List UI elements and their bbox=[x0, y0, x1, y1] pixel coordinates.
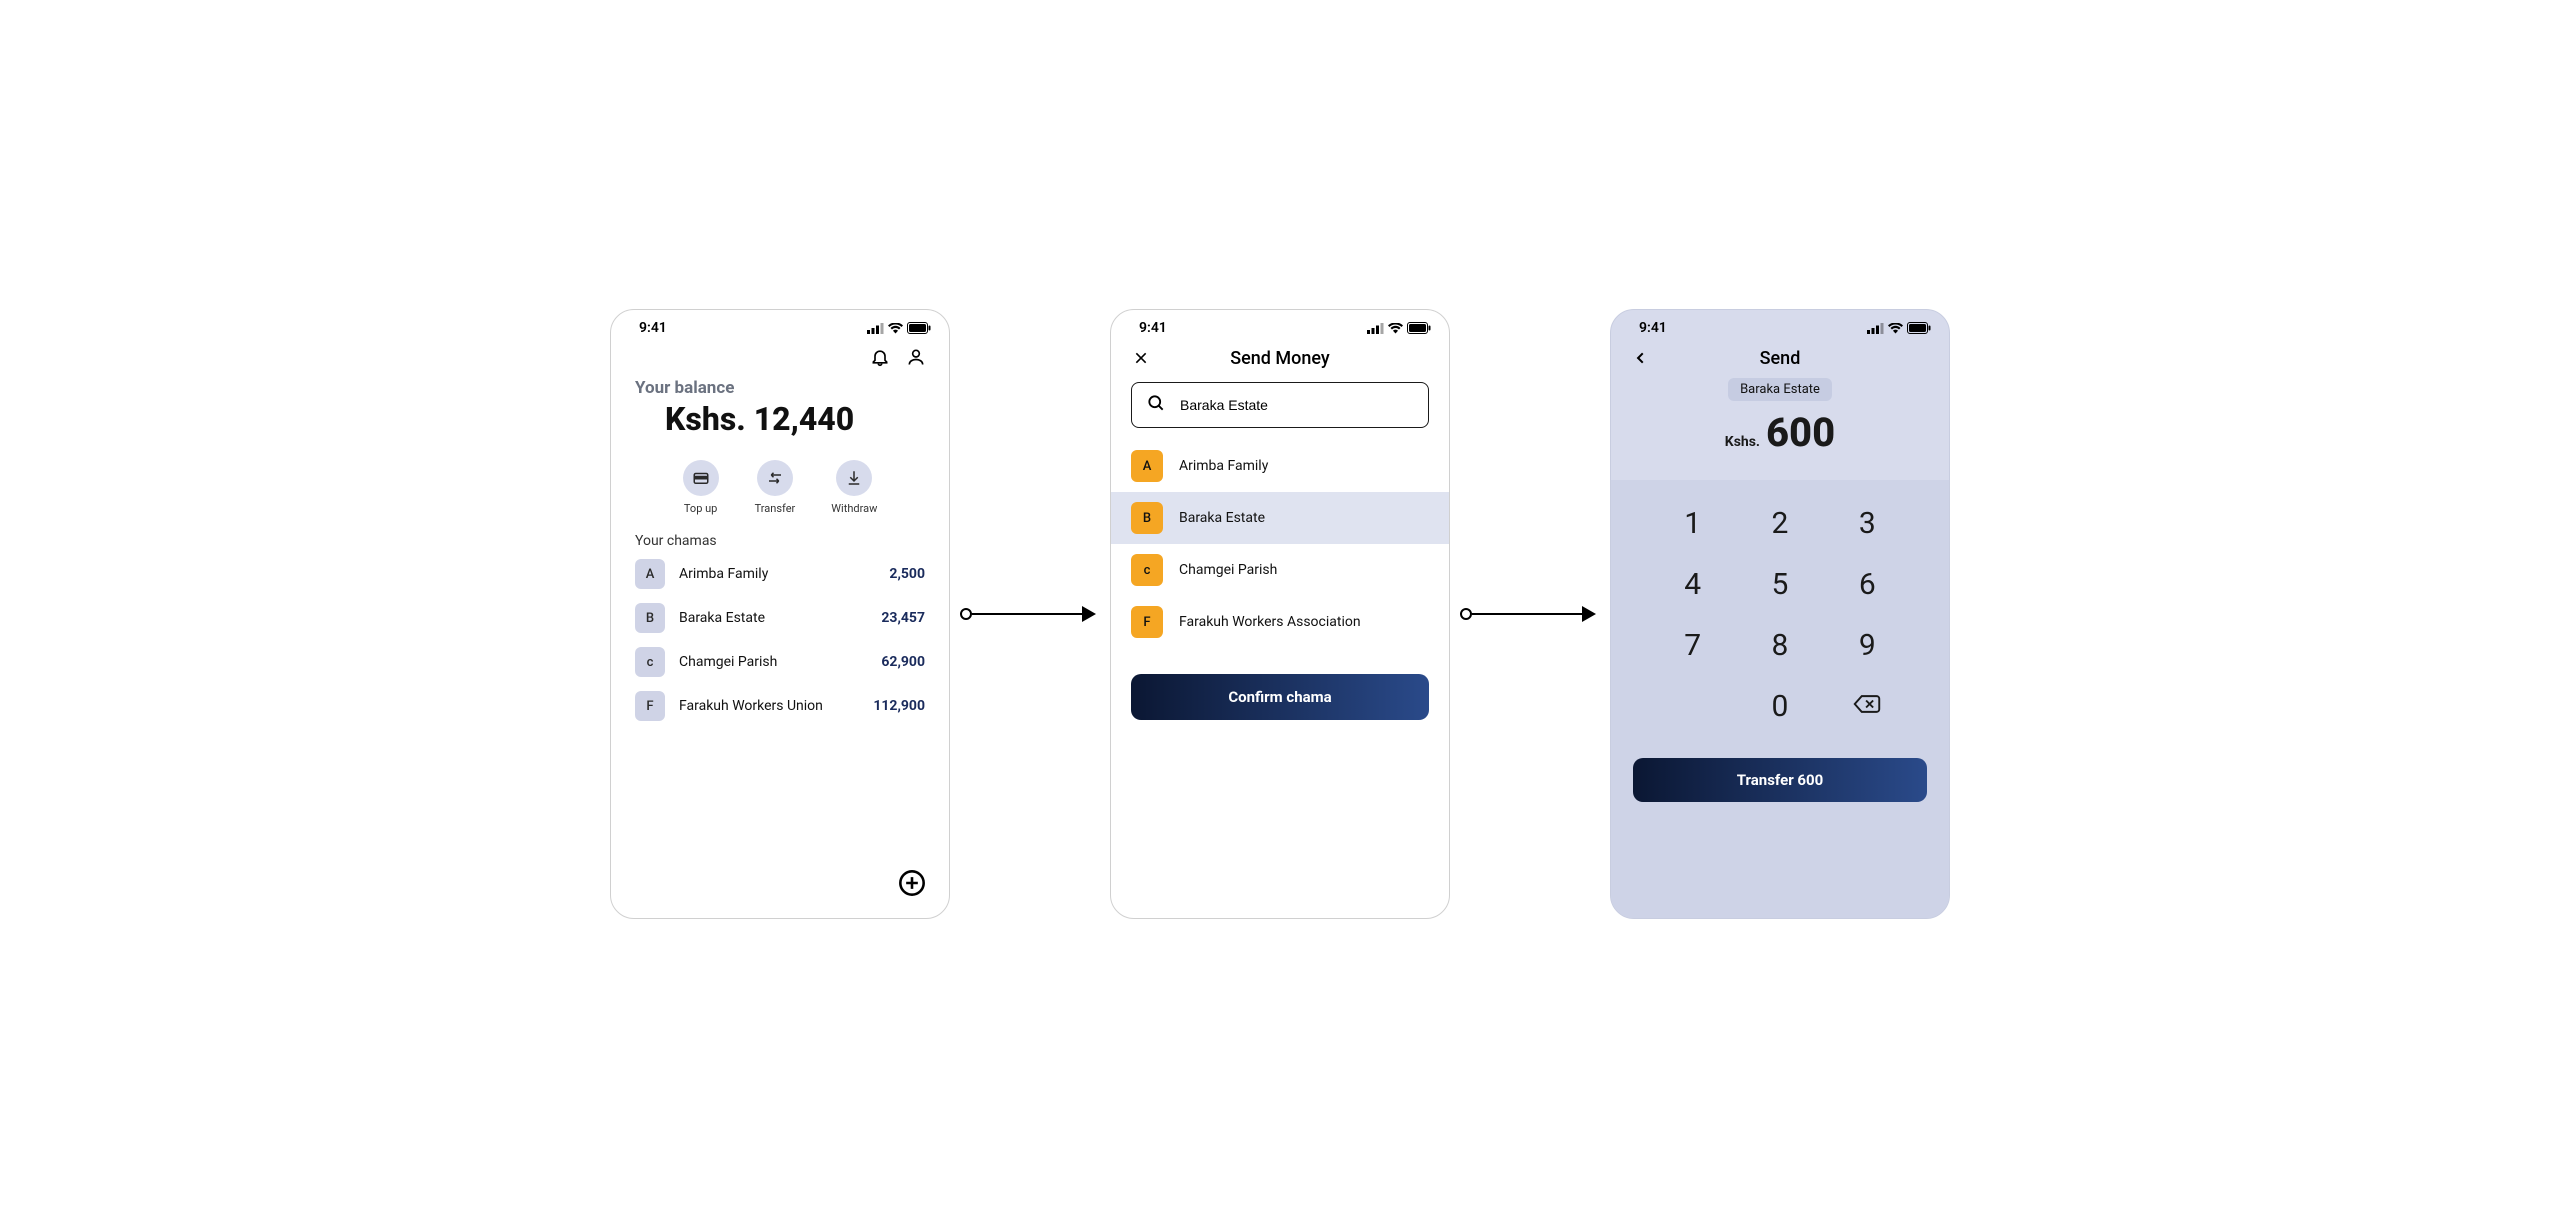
chama-amount: 112,900 bbox=[873, 698, 925, 714]
recipient-name: Arimba Family bbox=[1179, 458, 1268, 474]
battery-icon bbox=[1907, 322, 1931, 334]
recipient-list: A Arimba Family B Baraka Estate c Chamge… bbox=[1111, 440, 1449, 648]
amount-display: Kshs. 600 bbox=[1611, 401, 1949, 480]
recipient-row[interactable]: B Baraka Estate bbox=[1111, 492, 1449, 544]
transfer-button[interactable]: Transfer 600 bbox=[1633, 758, 1927, 802]
signal-icon bbox=[1367, 323, 1384, 334]
recipient-initial: A bbox=[1131, 450, 1163, 482]
status-icons bbox=[867, 322, 931, 334]
action-transfer[interactable]: Transfer bbox=[755, 460, 796, 515]
modal-title: Send Money bbox=[1111, 348, 1449, 369]
search-input[interactable] bbox=[1180, 397, 1414, 413]
chama-initial: A bbox=[635, 559, 665, 589]
chama-row[interactable]: F Farakuh Workers Union 112,900 bbox=[635, 691, 925, 721]
recipient-name: Baraka Estate bbox=[1179, 510, 1265, 526]
status-bar: 9:41 bbox=[1111, 310, 1449, 340]
key-4[interactable]: 4 bbox=[1649, 567, 1736, 602]
recipient-initial: B bbox=[1131, 502, 1163, 534]
status-time: 9:41 bbox=[1639, 320, 1667, 336]
balance-block: Your balance Kshs. 12,440 bbox=[611, 378, 949, 454]
chama-name: Chamgei Parish bbox=[679, 654, 867, 670]
confirm-chama-button[interactable]: Confirm chama bbox=[1131, 674, 1429, 720]
amount-number: 600 bbox=[1766, 409, 1835, 456]
status-bar: 9:41 bbox=[611, 310, 949, 340]
key-6[interactable]: 6 bbox=[1824, 567, 1911, 602]
key-8[interactable]: 8 bbox=[1736, 628, 1823, 663]
chama-name: Baraka Estate bbox=[679, 610, 867, 626]
key-3[interactable]: 3 bbox=[1824, 506, 1911, 541]
battery-icon bbox=[907, 322, 931, 334]
key-7[interactable]: 7 bbox=[1649, 628, 1736, 663]
recipient-initial: F bbox=[1131, 606, 1163, 638]
recipient-row[interactable]: c Chamgei Parish bbox=[1111, 544, 1449, 596]
add-chama-button[interactable] bbox=[897, 868, 927, 898]
signal-icon bbox=[867, 323, 884, 334]
action-withdraw[interactable]: Withdraw bbox=[831, 460, 877, 515]
recipient-name: Farakuh Workers Association bbox=[1179, 614, 1361, 630]
search-icon bbox=[1146, 393, 1166, 417]
status-time: 9:41 bbox=[1139, 320, 1167, 336]
topup-icon bbox=[683, 460, 719, 496]
screen-send-money-picker: 9:41 Send Money bbox=[1110, 309, 1450, 919]
chama-amount: 62,900 bbox=[881, 654, 925, 670]
flow-arrow-icon bbox=[960, 606, 1096, 622]
chama-name: Arimba Family bbox=[679, 566, 875, 582]
key-0[interactable]: 0 bbox=[1736, 689, 1823, 724]
chama-list: A Arimba Family 2,500 B Baraka Estate 23… bbox=[611, 559, 949, 721]
chama-initial: B bbox=[635, 603, 665, 633]
notifications-icon[interactable] bbox=[869, 346, 891, 368]
flow-arrow-icon bbox=[1460, 606, 1596, 622]
key-1[interactable]: 1 bbox=[1649, 506, 1736, 541]
chama-amount: 2,500 bbox=[889, 566, 925, 582]
screen-send-amount: 9:41 Send Baraka Estate K bbox=[1610, 309, 1950, 919]
close-icon[interactable] bbox=[1131, 348, 1151, 368]
recipient-initial: c bbox=[1131, 554, 1163, 586]
chama-name: Farakuh Workers Union bbox=[679, 698, 859, 714]
send-title: Send bbox=[1611, 348, 1949, 369]
back-icon[interactable] bbox=[1631, 348, 1651, 368]
chama-row[interactable]: B Baraka Estate 23,457 bbox=[635, 603, 925, 633]
action-label: Transfer bbox=[755, 502, 796, 515]
wifi-icon bbox=[888, 323, 903, 334]
amount-currency: Kshs. bbox=[1725, 434, 1760, 450]
status-icons bbox=[1867, 322, 1931, 334]
recipient-row[interactable]: A Arimba Family bbox=[1111, 440, 1449, 492]
chama-row[interactable]: c Chamgei Parish 62,900 bbox=[635, 647, 925, 677]
profile-icon[interactable] bbox=[905, 346, 927, 368]
chama-initial: F bbox=[635, 691, 665, 721]
section-title: Your chamas bbox=[611, 533, 949, 559]
status-time: 9:41 bbox=[639, 320, 667, 336]
chama-amount: 23,457 bbox=[881, 610, 925, 626]
key-9[interactable]: 9 bbox=[1824, 628, 1911, 663]
signal-icon bbox=[1867, 323, 1884, 334]
search-box[interactable] bbox=[1131, 382, 1429, 428]
transfer-icon bbox=[757, 460, 793, 496]
action-label: Top up bbox=[684, 502, 717, 515]
chama-row[interactable]: A Arimba Family 2,500 bbox=[635, 559, 925, 589]
withdraw-icon bbox=[836, 460, 872, 496]
status-icons bbox=[1367, 322, 1431, 334]
screen-home: 9:41 Your balance K bbox=[610, 309, 950, 919]
recipient-chip[interactable]: Baraka Estate bbox=[1728, 378, 1832, 401]
wifi-icon bbox=[1388, 323, 1403, 334]
action-label: Withdraw bbox=[831, 502, 877, 515]
chama-initial: c bbox=[635, 647, 665, 677]
key-backspace[interactable] bbox=[1824, 689, 1911, 724]
action-topup[interactable]: Top up bbox=[683, 460, 719, 515]
status-bar: 9:41 bbox=[1611, 310, 1949, 340]
recipient-name: Chamgei Parish bbox=[1179, 562, 1277, 578]
balance-amount: Kshs. 12,440 bbox=[635, 400, 925, 438]
keypad: 1 2 3 4 5 6 7 8 9 0 bbox=[1611, 496, 1949, 734]
balance-label: Your balance bbox=[635, 378, 925, 398]
key-empty bbox=[1649, 689, 1736, 724]
recipient-row[interactable]: F Farakuh Workers Association bbox=[1111, 596, 1449, 648]
key-2[interactable]: 2 bbox=[1736, 506, 1823, 541]
key-5[interactable]: 5 bbox=[1736, 567, 1823, 602]
battery-icon bbox=[1407, 322, 1431, 334]
wifi-icon bbox=[1888, 323, 1903, 334]
